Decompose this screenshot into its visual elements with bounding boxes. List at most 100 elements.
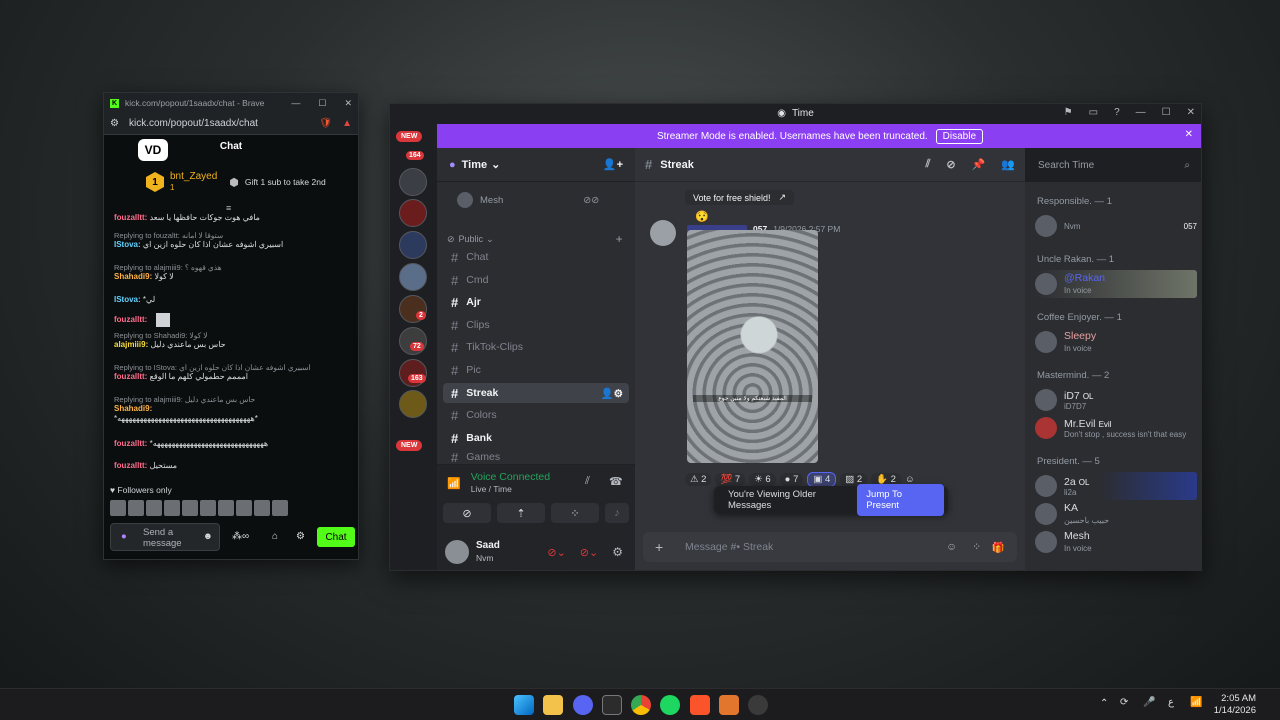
camera-button[interactable]: ⊘ bbox=[443, 503, 491, 523]
avatar[interactable] bbox=[254, 500, 270, 516]
deafen-icon[interactable]: ⊘⌄ bbox=[580, 546, 598, 559]
spotify-icon[interactable] bbox=[660, 695, 680, 715]
sync-icon[interactable]: ⟳ bbox=[1120, 697, 1128, 708]
file-explorer-icon[interactable] bbox=[543, 695, 563, 715]
flag-icon[interactable]: ⚑ bbox=[1064, 107, 1073, 118]
tools-icon[interactable]: ⁂∞ bbox=[232, 531, 249, 542]
app-icon[interactable] bbox=[748, 695, 768, 715]
chat-username[interactable]: fouzalltt: bbox=[114, 461, 147, 470]
terminal-icon[interactable] bbox=[602, 695, 622, 715]
notifications-muted-icon[interactable]: ⊘ bbox=[946, 158, 955, 171]
member-item[interactable]: Nvm 057 bbox=[1035, 212, 1197, 240]
avatar[interactable] bbox=[650, 220, 676, 246]
gift-sub-text[interactable]: Gift 1 sub to take 2nd bbox=[245, 177, 326, 187]
store-icon[interactable]: ⌂ bbox=[272, 531, 278, 542]
invite-icon[interactable]: 👤+ bbox=[603, 158, 623, 171]
chat-username[interactable]: fouzalltt: bbox=[114, 372, 147, 381]
member-item[interactable]: Mesh In voice bbox=[1035, 528, 1197, 556]
mic-icon[interactable]: ● bbox=[121, 531, 127, 542]
brave-icon[interactable] bbox=[690, 695, 710, 715]
pin-icon[interactable]: 📌 bbox=[972, 158, 986, 171]
member-item[interactable]: Mr.Evil Evil Don't stop , success isn't t… bbox=[1035, 414, 1197, 442]
discord-icon[interactable] bbox=[573, 695, 593, 715]
channel-logo[interactable]: VD bbox=[138, 139, 168, 161]
member-item[interactable]: Sleepy In voice bbox=[1035, 328, 1197, 356]
server-header[interactable]: ● Time ⌄ 👤+ bbox=[437, 148, 635, 182]
disconnect-icon[interactable]: ☎ bbox=[609, 475, 623, 488]
server-icon[interactable] bbox=[399, 168, 427, 196]
reaction[interactable]: ● 7 bbox=[779, 472, 804, 486]
server-icon[interactable] bbox=[399, 199, 427, 227]
screen-share-button[interactable]: ⇡ bbox=[497, 503, 545, 523]
channel-tiktok-clips[interactable]: # TikTok-Clips bbox=[443, 337, 629, 357]
message-image-attachment[interactable] bbox=[687, 230, 818, 463]
close-banner-icon[interactable]: ✕ bbox=[1185, 129, 1193, 140]
voice-location[interactable]: Live / Time bbox=[471, 484, 512, 494]
message-input[interactable]: + Message #• Streak ☺ ⁘ 🎁 bbox=[643, 532, 1017, 562]
start-icon[interactable] bbox=[514, 695, 534, 715]
category-public[interactable]: ⊘ Public ⌄ + bbox=[447, 232, 623, 246]
reaction[interactable]: ☀ 6 bbox=[749, 472, 776, 486]
server-icon[interactable] bbox=[399, 390, 427, 418]
member-item[interactable]: 2a OL li2a bbox=[1035, 472, 1197, 500]
apps-icon[interactable]: ⁘ bbox=[972, 541, 981, 553]
channel-settings-icon[interactable]: 👤⚙ bbox=[601, 387, 624, 400]
chat-username[interactable]: alajmiii9: bbox=[114, 340, 148, 349]
chat-username[interactable]: fouzalltt: bbox=[114, 439, 147, 448]
avatar[interactable] bbox=[445, 540, 469, 564]
chrome-icon[interactable] bbox=[631, 695, 651, 715]
chat-username[interactable]: IStova: bbox=[114, 295, 141, 304]
reply-line[interactable]: Replying to fouzaltt: ستوقا لا امانه bbox=[114, 231, 283, 240]
reaction[interactable]: ⚠ 2 bbox=[685, 472, 712, 486]
soundboard-button[interactable]: ♪ bbox=[605, 503, 629, 523]
channel-pic[interactable]: # Pic bbox=[443, 360, 629, 380]
avatar[interactable] bbox=[272, 500, 288, 516]
member-item[interactable]: iD7 OL iD7D7 bbox=[1035, 386, 1197, 414]
channel-ajr[interactable]: # Ajr bbox=[443, 292, 629, 312]
disable-streamer-button[interactable]: Disable bbox=[935, 128, 984, 144]
help-icon[interactable]: ? bbox=[1114, 107, 1120, 118]
pinned-gifter[interactable]: 1 bnt_Zayed 1 ⬢ Gift 1 sub to take 2nd bbox=[146, 171, 326, 193]
channel-cmd[interactable]: # Cmd bbox=[443, 270, 629, 290]
avatar[interactable] bbox=[110, 500, 126, 516]
chevron-up-icon[interactable]: ⌃ bbox=[1100, 698, 1108, 709]
emoji-icon[interactable]: ☺ bbox=[946, 541, 957, 553]
activities-button[interactable]: ⁘ bbox=[551, 503, 599, 523]
maximize-icon[interactable]: ☐ bbox=[1162, 107, 1171, 118]
jump-to-present-button[interactable]: Jump To Present bbox=[857, 484, 944, 516]
pinned-collapse-icon[interactable]: ≡ bbox=[226, 203, 231, 213]
brave-shield-icon[interactable]: 🛡 bbox=[319, 118, 332, 129]
chat-username[interactable]: IStova: bbox=[114, 240, 141, 249]
user-info[interactable]: Saad Nvm bbox=[476, 540, 500, 564]
voice-member[interactable]: Mesh ⊘⊘ bbox=[457, 192, 599, 208]
url-bar[interactable]: ⚙ kick.com/popout/1saadx/chat 🛡 ▲ bbox=[104, 113, 358, 135]
add-reaction-icon[interactable]: ☺ bbox=[905, 474, 915, 485]
avatar[interactable] bbox=[128, 500, 144, 516]
member-item[interactable]: @Rakan In voice bbox=[1035, 270, 1197, 298]
chat-send-button[interactable]: Chat bbox=[317, 527, 355, 547]
poll-notice[interactable]: Vote for free shield! ↗ bbox=[685, 190, 795, 205]
user-settings-icon[interactable]: ⚙ bbox=[612, 545, 623, 559]
search-box[interactable]: Search Time ⌕ bbox=[1030, 154, 1196, 176]
language-indicator[interactable]: ع bbox=[1168, 697, 1174, 708]
avatar[interactable] bbox=[236, 500, 252, 516]
voice-status[interactable]: Voice Connected bbox=[471, 471, 550, 483]
reaction[interactable]: 💯 7 bbox=[715, 472, 746, 486]
emoji-icon[interactable]: ☻ bbox=[203, 531, 213, 542]
reply-line[interactable]: Replying to alajmiii9: حاس بس ماعندي دلي… bbox=[114, 395, 258, 404]
channel-bank[interactable]: # Bank bbox=[443, 428, 629, 448]
minimize-icon[interactable]: — bbox=[1136, 107, 1146, 118]
wifi-icon[interactable]: 📶 bbox=[1190, 697, 1202, 708]
url-text[interactable]: kick.com/popout/1saadx/chat bbox=[129, 118, 258, 129]
channel-streak[interactable]: # Streak 👤⚙ bbox=[443, 383, 629, 403]
member-item[interactable]: KA حبيب باحسين bbox=[1035, 500, 1197, 528]
channel-colors[interactable]: # Colors bbox=[443, 405, 629, 425]
channel-games[interactable]: # Games bbox=[443, 450, 629, 464]
send-message-input[interactable]: ● Send a message ☻ bbox=[110, 523, 220, 551]
avatar[interactable] bbox=[146, 500, 162, 516]
brave-rewards-icon[interactable]: ▲ bbox=[342, 118, 352, 129]
chat-username[interactable]: fouzalltt: bbox=[114, 213, 147, 222]
chat-username[interactable]: Shahadi9: bbox=[114, 272, 152, 281]
chat-username[interactable]: fouzalltt: bbox=[114, 315, 147, 324]
maximize-icon[interactable]: ☐ bbox=[318, 98, 326, 109]
